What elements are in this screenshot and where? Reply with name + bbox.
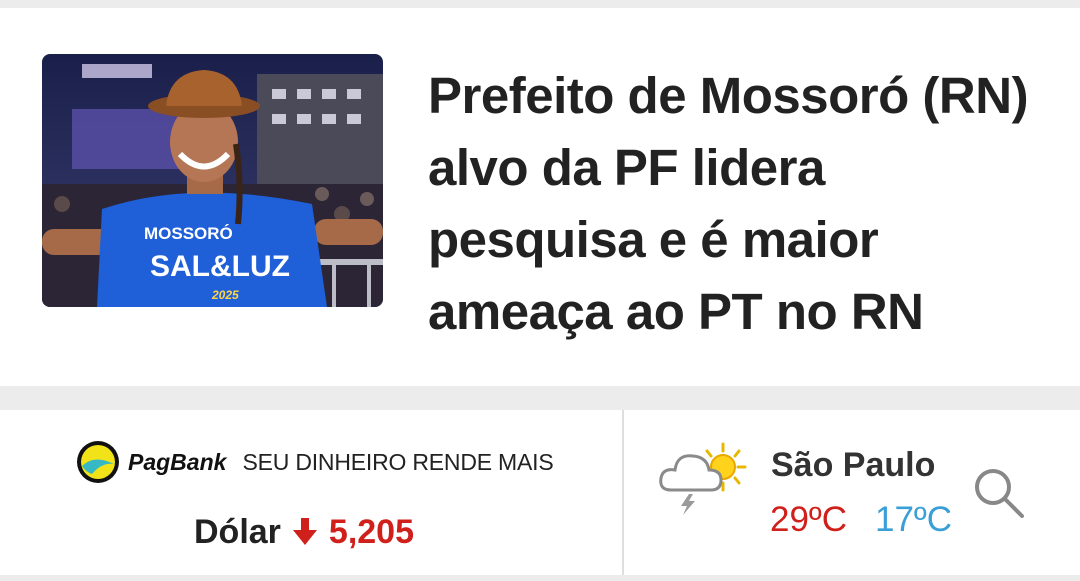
news-card[interactable]: MOSSORÓ SAL&LUZ 2025 Prefeito de Mossoró… — [0, 8, 1080, 386]
article-headline[interactable]: Prefeito de Mossoró (RN) alvo da PF lide… — [428, 60, 1048, 348]
arrow-down-icon — [292, 518, 317, 545]
cloud-storm-sun-icon — [659, 442, 747, 515]
search-icon[interactable] — [972, 466, 1026, 520]
article-thumbnail[interactable]: MOSSORÓ SAL&LUZ 2025 — [42, 54, 383, 307]
pagbank-brand: PagBank — [128, 448, 227, 475]
divider — [622, 410, 624, 575]
weather-city: São Paulo — [771, 446, 936, 484]
dollar-value: 5,205 — [328, 512, 415, 551]
pagbank-ad[interactable]: PagBank SEU DINHEIRO RENDE MAIS — [76, 440, 554, 484]
dollar-label: Dólar — [194, 512, 281, 551]
temperature-min: 17ºC — [875, 500, 952, 539]
pagbank-slogan: SEU DINHEIRO RENDE MAIS — [242, 448, 554, 475]
shirt-text-year: 2025 — [211, 288, 239, 302]
dollar-quote[interactable]: Dólar 5,205 — [194, 510, 414, 554]
pagbank-logo-icon — [77, 441, 119, 483]
info-bar: PagBank SEU DINHEIRO RENDE MAIS Dólar 5,… — [0, 410, 1080, 575]
shirt-text-line2: SAL&LUZ — [150, 250, 290, 283]
temperature-max: 29ºC — [770, 500, 847, 539]
shirt-text-line1: MOSSORÓ — [144, 224, 233, 243]
